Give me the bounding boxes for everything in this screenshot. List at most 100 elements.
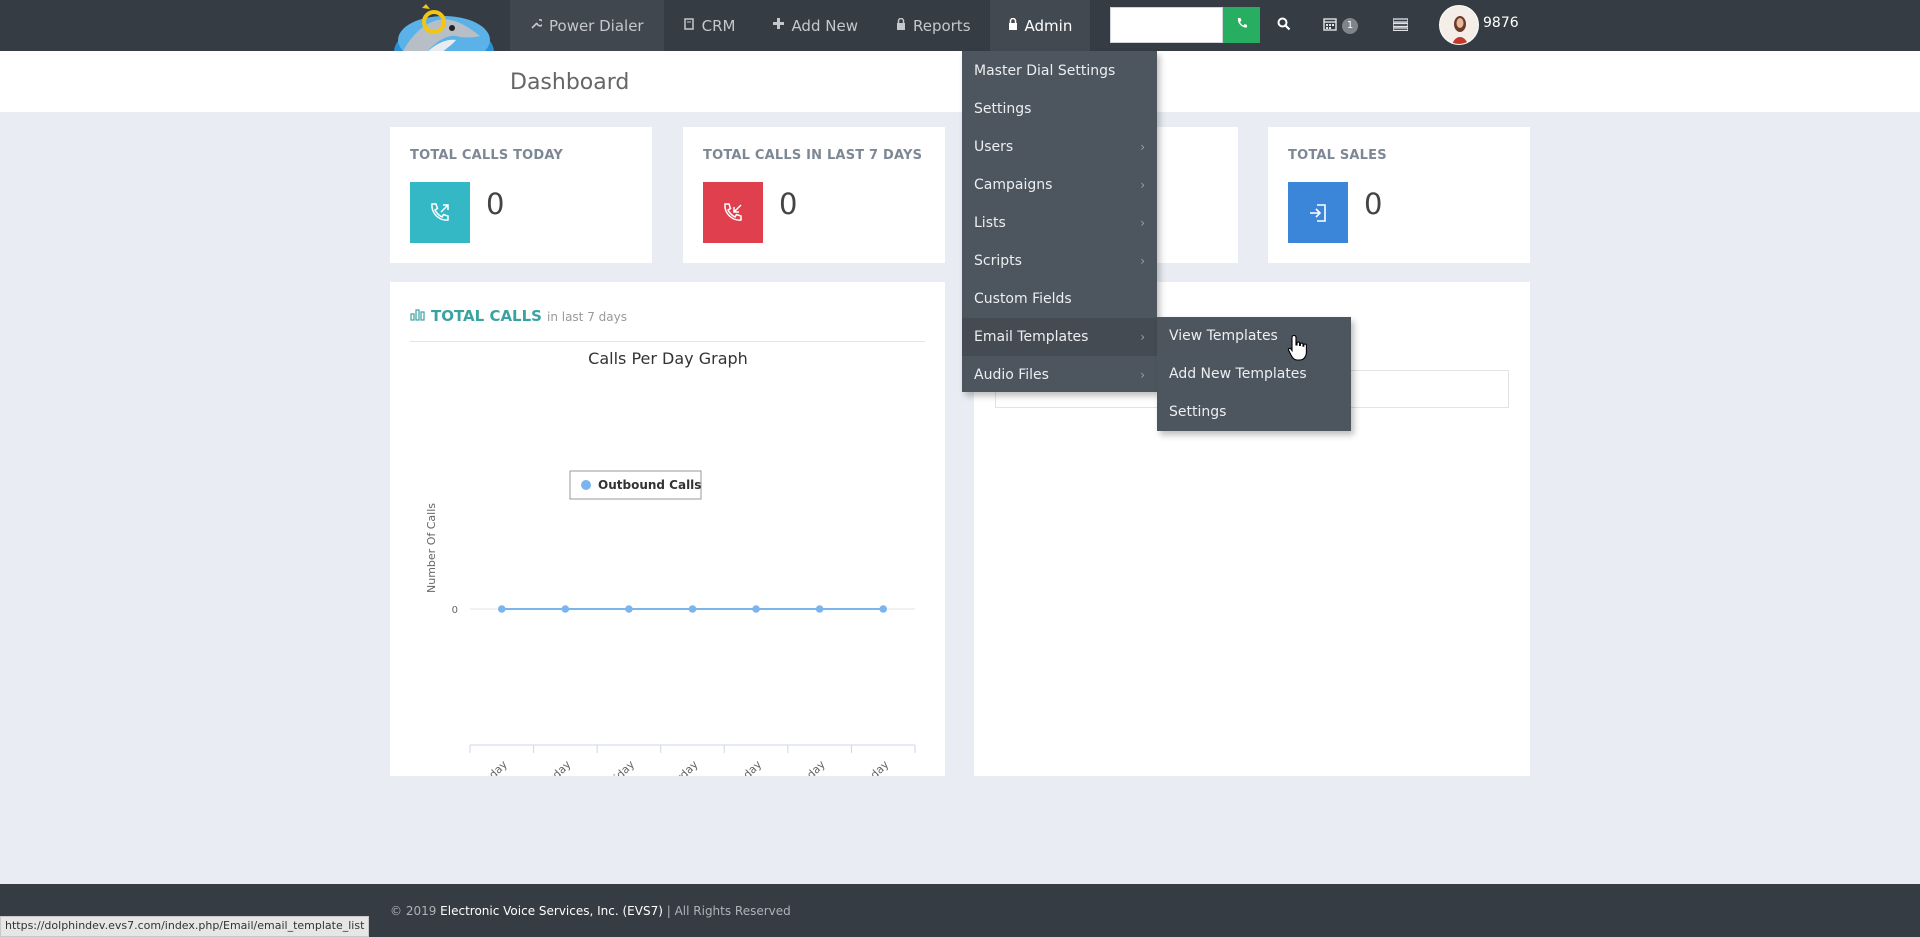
nav-admin-label: Admin <box>1024 16 1073 35</box>
nav-reports-label: Reports <box>912 16 971 35</box>
panel-header: TOTAL CALLS in last 7 days <box>410 306 627 325</box>
menu-item-label: Master Dial Settings <box>974 63 1116 79</box>
legend-label: Outbound Calls <box>598 478 701 492</box>
call-button[interactable] <box>1223 7 1260 43</box>
menu-item-scripts[interactable]: Scripts › <box>962 242 1157 280</box>
menu-item-custom-fields[interactable]: Custom Fields <box>962 280 1157 318</box>
search-button[interactable] <box>1277 0 1291 51</box>
submenu-add-new-templates[interactable]: Add New Templates <box>1157 355 1351 393</box>
footer-company-link[interactable]: Electronic Voice Services, Inc. (EVS7) <box>440 904 663 918</box>
nav-add-new[interactable]: Add New <box>754 0 877 51</box>
incoming-call-icon <box>703 182 763 243</box>
menu-item-label: Users <box>974 139 1014 155</box>
total-calls-panel: TOTAL CALLS in last 7 days Calls Per Day… <box>390 282 945 776</box>
stat-value: 0 <box>486 187 505 221</box>
menu-item-label: Custom Fields <box>974 291 1072 307</box>
menu-item-label: Campaigns <box>974 177 1053 193</box>
nav-reports[interactable]: Reports <box>877 0 990 51</box>
x-tick-label: Wednesday <box>456 758 511 776</box>
x-tick-label: Thursday <box>527 758 573 776</box>
hand-cursor-icon <box>1287 334 1309 362</box>
x-tick-label: Saturday <box>656 758 701 776</box>
data-point <box>688 605 697 613</box>
menu-item-label: Email Templates <box>974 329 1089 345</box>
calendar-button[interactable]: 1 <box>1323 0 1358 51</box>
data-point <box>879 605 888 613</box>
stat-card-total-sales: TOTAL SALES 0 <box>1268 127 1530 263</box>
stat-card-calls-today: TOTAL CALLS TODAY 0 <box>390 127 652 263</box>
chevron-right-icon: › <box>1140 254 1145 268</box>
y-axis-label: Number Of Calls <box>425 503 438 593</box>
footer-prefix: © 2019 <box>390 904 441 918</box>
submenu-view-templates[interactable]: View Templates <box>1157 317 1351 355</box>
menu-item-campaigns[interactable]: Campaigns › <box>962 166 1157 204</box>
x-tick-label: Sunday <box>726 758 765 776</box>
stat-label: TOTAL SALES <box>1288 148 1387 163</box>
footer-suffix: | All Rights Reserved <box>662 904 791 918</box>
book-icon <box>683 17 695 34</box>
data-point <box>752 605 760 613</box>
menu-item-settings[interactable]: Settings <box>962 90 1157 128</box>
menu-item-lists[interactable]: Lists › <box>962 204 1157 242</box>
menu-item-label: Settings <box>974 101 1032 117</box>
lock-icon <box>1008 17 1018 34</box>
legend-marker <box>581 480 591 490</box>
x-tick-label: Friday <box>604 758 637 776</box>
browser-status-url: https://dolphindev.evs7.com/index.php/Em… <box>0 916 370 937</box>
chevron-right-icon: › <box>1140 178 1145 192</box>
panel-subtitle: in last 7 days <box>546 310 627 324</box>
chart-plot-area: 0 Wednesday Thursday Friday Saturday Sunday Mo… <box>452 605 916 776</box>
plus-icon <box>773 18 785 33</box>
menu-item-audio-files[interactable]: Audio Files › <box>962 356 1157 394</box>
main-nav: Power Dialer CRM Add New Reports Admin <box>510 0 1091 51</box>
dial-input[interactable] <box>1110 7 1223 43</box>
sign-in-icon <box>1288 182 1348 243</box>
menu-item-users[interactable]: Users › <box>962 128 1157 166</box>
data-point <box>625 605 633 613</box>
page-header <box>0 51 1920 112</box>
data-point <box>561 605 570 613</box>
stat-label: TOTAL CALLS IN LAST 7 DAYS <box>703 148 923 163</box>
stat-value: 0 <box>1364 187 1383 221</box>
calendar-icon <box>1323 17 1337 35</box>
nav-power-dialer-label: Power Dialer <box>549 16 644 35</box>
user-name[interactable]: 9876 <box>1483 15 1519 31</box>
nav-add-new-label: Add New <box>791 16 858 35</box>
data-point <box>497 605 506 613</box>
panel-title: TOTAL CALLS <box>431 307 542 325</box>
calendar-badge: 1 <box>1342 17 1358 34</box>
bar-chart-icon <box>410 306 425 325</box>
y-tick-label: 0 <box>452 605 458 616</box>
menu-item-label: Lists <box>974 215 1006 231</box>
chevron-right-icon: › <box>1140 368 1145 382</box>
calls-per-day-chart: Calls Per Day Graph Outbound Calls Numbe… <box>425 349 916 776</box>
search-icon <box>1277 17 1291 35</box>
admin-dropdown-menu: Master Dial Settings Settings Users › Cam… <box>962 51 1157 392</box>
stat-value: 0 <box>779 187 798 221</box>
nav-admin[interactable]: Admin <box>989 0 1091 51</box>
phone-icon <box>1236 17 1248 33</box>
nav-crm-label: CRM <box>701 16 736 35</box>
outgoing-call-icon <box>410 182 470 243</box>
menu-item-label: Scripts <box>974 253 1022 269</box>
email-templates-submenu: View Templates Add New Templates Setting… <box>1157 317 1351 431</box>
chevron-right-icon: › <box>1140 216 1145 230</box>
x-tick-label: Monday <box>788 758 828 776</box>
page-title: Dashboard <box>510 70 630 95</box>
data-point <box>815 605 824 613</box>
menu-item-email-templates[interactable]: Email Templates › <box>962 318 1157 356</box>
x-tick-label: Tuesday <box>850 758 892 776</box>
chevron-right-icon: › <box>1140 140 1145 154</box>
submenu-settings[interactable]: Settings <box>1157 393 1351 431</box>
menu-item-label: Audio Files <box>974 367 1049 383</box>
stat-card-calls-7-days: TOTAL CALLS IN LAST 7 DAYS 0 <box>683 127 945 263</box>
menu-item-master-dial-settings[interactable]: Master Dial Settings <box>962 52 1157 90</box>
lock-icon <box>896 17 906 34</box>
chart-title: Calls Per Day Graph <box>588 349 748 368</box>
chevron-right-icon: › <box>1140 330 1145 344</box>
chart-legend[interactable]: Outbound Calls <box>569 470 702 500</box>
user-avatar[interactable] <box>1439 5 1479 45</box>
nav-crm[interactable]: CRM <box>664 0 755 51</box>
nav-power-dialer[interactable]: Power Dialer <box>510 0 664 51</box>
tasks-button[interactable] <box>1392 0 1409 51</box>
